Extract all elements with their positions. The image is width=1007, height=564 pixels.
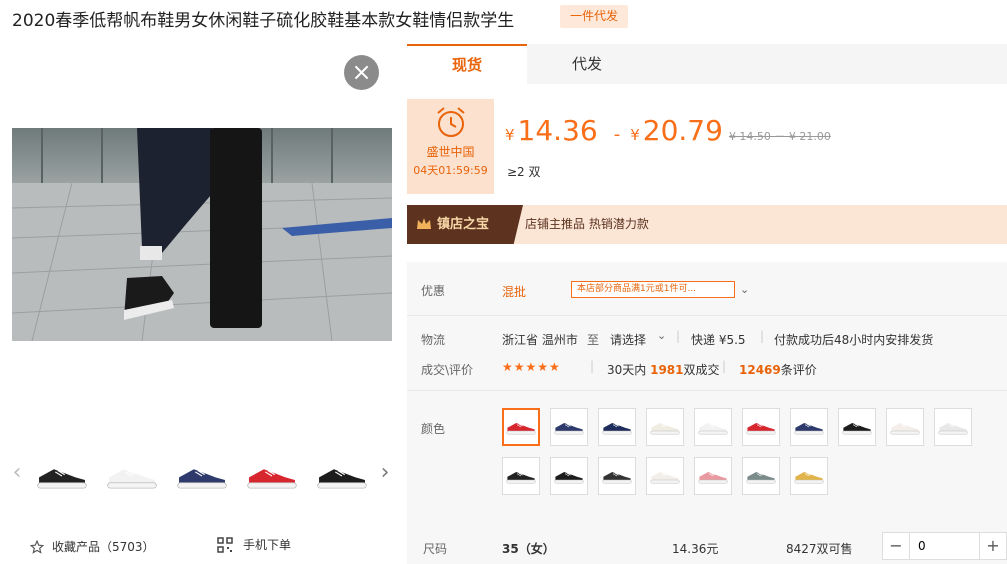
increase-button[interactable]: + <box>980 533 1006 559</box>
size-label: 尺码 <box>423 542 448 556</box>
size-stock: 8427双可售 <box>786 542 853 556</box>
divider <box>407 315 1007 316</box>
price-low: 14.36 <box>517 114 598 147</box>
price-dash: - <box>613 124 621 145</box>
promotion-name: 盛世中国 <box>426 145 475 159</box>
price-high: 20.79 <box>642 114 723 147</box>
min-quantity: ≥2 双 <box>507 165 541 179</box>
thumbnail-prev-arrow[interactable]: ‹ <box>10 462 24 484</box>
qr-code-icon <box>217 536 233 553</box>
color-swatch[interactable] <box>550 408 588 446</box>
divider-bar: | <box>722 359 727 373</box>
divider-bar: | <box>590 359 595 373</box>
chevron-down-icon[interactable]: ⌄ <box>657 329 666 342</box>
store-treasure-label: 镇店之宝 <box>437 217 490 232</box>
main-product-photo <box>12 128 392 341</box>
alarm-clock-icon <box>436 107 465 137</box>
deals-summary: 30天内 1981双成交 <box>607 361 720 378</box>
reviews-suffix: 条评价 <box>780 363 817 377</box>
color-swatch[interactable] <box>646 408 684 446</box>
banner-tags: 店铺主推品 热销潜力款 <box>525 217 649 231</box>
color-swatch[interactable] <box>646 457 684 495</box>
thumbnail-strip <box>32 446 372 506</box>
color-label: 颜色 <box>421 422 446 436</box>
mobile-order-button[interactable]: 手机下单 <box>217 536 291 553</box>
size-value: 35（女） <box>502 542 555 556</box>
product-thumbnail[interactable] <box>242 446 302 506</box>
reviews-count: 12469 <box>739 363 781 377</box>
store-treasure-badge: 镇店之宝 <box>407 205 523 244</box>
thumbnail-next-arrow[interactable]: › <box>378 462 392 484</box>
color-swatch[interactable] <box>550 457 588 495</box>
rating-stars: ★★★★★ <box>502 360 561 374</box>
color-swatch[interactable] <box>694 457 732 495</box>
price-range: ¥ 14.36 - ¥ 20.79 ¥ 14.50 － ¥ 21.00 <box>505 114 831 147</box>
deals-suffix: 双成交 <box>683 363 720 377</box>
dropship-tag: 一件代发 <box>560 5 629 28</box>
crown-icon <box>417 218 431 229</box>
color-swatch[interactable] <box>838 408 876 446</box>
size-price: 14.36元 <box>672 542 719 556</box>
promotion-countdown: 04天01:59:59 <box>413 164 488 177</box>
color-swatch[interactable] <box>502 408 540 446</box>
original-price: ¥ 14.50 － ¥ 21.00 <box>728 130 831 143</box>
origin-location: 浙江省 温州市 <box>502 333 578 347</box>
favorite-label: 收藏产品（5703） <box>52 540 155 554</box>
color-swatch[interactable] <box>598 457 636 495</box>
divider-bar: | <box>760 329 765 343</box>
quantity-input[interactable] <box>909 533 980 559</box>
currency-symbol-low: ¥ <box>505 126 515 144</box>
store-treasure-banner: 镇店之宝 店铺主推品 热销潜力款 <box>407 205 1007 244</box>
star-outline-icon <box>30 539 44 554</box>
color-options <box>502 408 972 495</box>
color-swatch[interactable] <box>742 457 780 495</box>
promotion-box: 盛世中国 04天01:59:59 <box>407 99 494 194</box>
discount-label: 优惠 <box>421 284 446 298</box>
product-thumbnail[interactable] <box>32 446 92 506</box>
to-label: 至 <box>587 333 600 347</box>
mobile-order-label: 手机下单 <box>243 538 292 552</box>
deals-count: 1981 <box>650 363 684 377</box>
product-thumbnail[interactable] <box>312 446 372 506</box>
decrease-button[interactable]: − <box>883 533 909 559</box>
express-fee: 快递 ¥5.5 <box>691 333 746 347</box>
chevron-down-icon[interactable]: ⌄ <box>740 283 749 296</box>
divider <box>407 390 1007 391</box>
color-swatch[interactable] <box>694 408 732 446</box>
close-button[interactable]: × <box>344 55 379 90</box>
color-swatch[interactable] <box>742 408 780 446</box>
deals-label: 成交\评价 <box>421 363 474 377</box>
divider-bar: | <box>676 329 681 343</box>
product-thumbnail[interactable] <box>172 446 232 506</box>
color-swatch[interactable] <box>790 408 828 446</box>
color-swatch[interactable] <box>886 408 924 446</box>
delivery-time: 付款成功后48小时内安排发货 <box>774 333 934 347</box>
tab-dropship[interactable]: 代发 <box>527 44 647 84</box>
logistics-label: 物流 <box>421 333 446 347</box>
deals-prefix: 30天内 <box>607 363 647 377</box>
color-swatch[interactable] <box>790 457 828 495</box>
coupon-tag[interactable]: 本店部分商品满1元或1件可... <box>571 281 735 298</box>
product-thumbnail[interactable] <box>102 446 162 506</box>
currency-symbol-high: ¥ <box>630 126 640 144</box>
destination-select[interactable]: 请选择 <box>610 331 646 348</box>
color-swatch[interactable] <box>598 408 636 446</box>
mode-tabs: 现货 代发 <box>407 44 1007 84</box>
favorite-product-button[interactable]: 收藏产品（5703） <box>30 538 155 555</box>
product-title: 2020春季低帮帆布鞋男女休闲鞋子硫化胶鞋基本款女鞋情侣款学生 <box>12 11 515 31</box>
discount-type: 混批 <box>502 285 527 299</box>
color-swatch[interactable] <box>502 457 540 495</box>
tab-in-stock[interactable]: 现货 <box>407 44 527 84</box>
quantity-stepper: − + <box>882 532 1007 560</box>
color-swatch[interactable] <box>934 408 972 446</box>
reviews-summary[interactable]: 12469条评价 <box>739 361 817 378</box>
